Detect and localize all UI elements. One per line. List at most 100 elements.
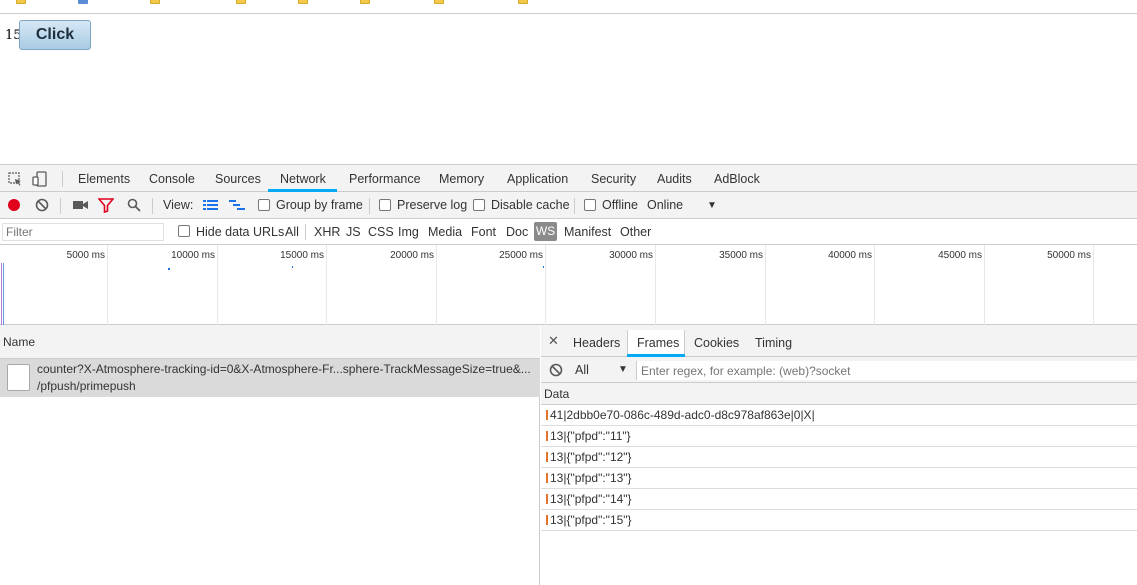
document-icon bbox=[7, 364, 30, 391]
tab-sources[interactable]: Sources bbox=[215, 172, 261, 186]
request-row[interactable]: counter?X-Atmosphere-tracking-id=0&X-Atm… bbox=[0, 359, 540, 397]
tab-elements[interactable]: Elements bbox=[78, 172, 130, 186]
network-overview-timeline[interactable]: 5000 ms 10000 ms 15000 ms 20000 ms 25000 ms 3… bbox=[0, 245, 1137, 325]
offline-checkbox[interactable] bbox=[584, 199, 596, 211]
tab-network[interactable]: Network bbox=[280, 172, 326, 186]
tab-console[interactable]: Console bbox=[149, 172, 195, 186]
timeline-gridline bbox=[107, 245, 108, 325]
filter-input[interactable] bbox=[2, 223, 164, 241]
toolbar-divider bbox=[574, 198, 575, 214]
timeline-tick-label: 40000 ms bbox=[828, 250, 872, 261]
timeline-tick-label: 15000 ms bbox=[280, 250, 324, 261]
data-column-header[interactable]: Data bbox=[541, 383, 1137, 405]
request-name: counter?X-Atmosphere-tracking-id=0&X-Atm… bbox=[37, 362, 531, 376]
timeline-tick-label: 45000 ms bbox=[938, 250, 982, 261]
timeline-frame-dot bbox=[543, 266, 544, 268]
inspect-element-icon[interactable] bbox=[7, 171, 23, 187]
bookmark-folder-icon[interactable] bbox=[434, 0, 444, 4]
timeline-gridline bbox=[326, 245, 327, 325]
timeline-gridline bbox=[765, 245, 766, 325]
type-filter-xhr[interactable]: XHR bbox=[314, 225, 340, 239]
frame-row[interactable]: 13|{"pfpd":"12"} bbox=[541, 447, 1137, 468]
browser-page: 15 Click Elements Console Sources Networ… bbox=[0, 0, 1137, 585]
bookmark-folder-icon[interactable] bbox=[298, 0, 308, 4]
bookmark-folder-icon[interactable] bbox=[16, 0, 26, 4]
frame-row[interactable]: 13|{"pfpd":"15"} bbox=[541, 510, 1137, 531]
clear-icon[interactable] bbox=[548, 362, 564, 378]
toolbar-divider bbox=[152, 198, 153, 214]
type-filter-media[interactable]: Media bbox=[428, 225, 462, 239]
type-filter-img[interactable]: Img bbox=[398, 225, 419, 239]
received-arrow-icon bbox=[546, 515, 548, 525]
search-icon[interactable] bbox=[126, 197, 142, 213]
filter-bar: Hide data URLs All XHR JS CSS Img Media … bbox=[0, 219, 1137, 245]
request-path: /pfpush/primepush bbox=[37, 379, 136, 393]
bookmarks-bar bbox=[0, 0, 1137, 14]
timeline-gridline bbox=[217, 245, 218, 325]
timeline-tick-label: 10000 ms bbox=[171, 250, 215, 261]
type-filter-other[interactable]: Other bbox=[620, 225, 651, 239]
tab-cookies[interactable]: Cookies bbox=[694, 336, 739, 350]
regex-filter-input[interactable] bbox=[636, 361, 1137, 380]
data-column-label: Data bbox=[544, 387, 570, 401]
tab-adblock[interactable]: AdBlock bbox=[714, 172, 760, 186]
type-filter-ws[interactable]: WS bbox=[534, 222, 557, 241]
timeline-marker bbox=[3, 263, 4, 325]
name-column-header[interactable]: Name bbox=[0, 325, 540, 359]
timeline-tick-label: 25000 ms bbox=[499, 250, 543, 261]
hide-data-urls-checkbox[interactable] bbox=[178, 225, 190, 237]
tab-performance[interactable]: Performance bbox=[349, 172, 421, 186]
devtools-panel: Elements Console Sources Network Perform… bbox=[0, 164, 1137, 585]
bookmark-site-icon[interactable] bbox=[78, 0, 88, 4]
filter-icon[interactable] bbox=[98, 197, 114, 213]
clear-icon[interactable] bbox=[34, 197, 50, 213]
timeline-marker bbox=[1, 263, 2, 325]
tab-application[interactable]: Application bbox=[507, 172, 568, 186]
type-filter-all[interactable]: All bbox=[285, 225, 299, 239]
tab-memory[interactable]: Memory bbox=[439, 172, 484, 186]
frame-row[interactable]: 13|{"pfpd":"14"} bbox=[541, 489, 1137, 510]
click-button[interactable]: Click bbox=[19, 20, 91, 50]
tab-audits[interactable]: Audits bbox=[657, 172, 692, 186]
tab-headers[interactable]: Headers bbox=[573, 336, 620, 350]
camera-icon[interactable] bbox=[72, 197, 88, 213]
timeline-tick-label: 35000 ms bbox=[719, 250, 763, 261]
bookmark-folder-icon[interactable] bbox=[360, 0, 370, 4]
waterfall-icon[interactable] bbox=[229, 197, 245, 213]
toolbar-divider bbox=[60, 198, 61, 214]
disable-cache-checkbox[interactable] bbox=[473, 199, 485, 211]
chevron-down-icon[interactable]: ▼ bbox=[707, 200, 717, 211]
frame-row[interactable]: 13|{"pfpd":"11"} bbox=[541, 426, 1137, 447]
bookmark-folder-icon[interactable] bbox=[150, 0, 160, 4]
frame-row[interactable]: 13|{"pfpd":"13"} bbox=[541, 468, 1137, 489]
close-icon[interactable]: ✕ bbox=[548, 334, 559, 349]
hide-data-urls-label: Hide data URLs bbox=[196, 225, 285, 239]
type-filter-font[interactable]: Font bbox=[471, 225, 496, 239]
tab-security[interactable]: Security bbox=[591, 172, 636, 186]
chevron-down-icon[interactable]: ▼ bbox=[618, 364, 628, 375]
frame-data: 13|{"pfpd":"14"} bbox=[550, 492, 632, 506]
throttle-select[interactable]: Online bbox=[647, 198, 683, 212]
large-rows-icon[interactable] bbox=[202, 197, 218, 213]
type-filter-js[interactable]: JS bbox=[346, 225, 361, 239]
type-filter-doc[interactable]: Doc bbox=[506, 225, 528, 239]
tab-timing[interactable]: Timing bbox=[755, 336, 792, 350]
device-toolbar-icon[interactable] bbox=[32, 171, 48, 187]
frame-type-select[interactable]: All bbox=[575, 363, 589, 377]
timeline-gridline bbox=[655, 245, 656, 325]
group-by-frame-checkbox[interactable] bbox=[258, 199, 270, 211]
frame-row[interactable]: 41|2dbb0e70-086c-489d-adc0-d8c978af863e|… bbox=[541, 405, 1137, 426]
detail-tabbar: ✕ Headers Frames Cookies Timing bbox=[541, 325, 1137, 357]
timeline-tick-label: 20000 ms bbox=[390, 250, 434, 261]
timeline-gridline bbox=[874, 245, 875, 325]
bookmark-folder-icon[interactable] bbox=[518, 0, 528, 4]
timeline-tick-label: 30000 ms bbox=[609, 250, 653, 261]
bookmark-folder-icon[interactable] bbox=[236, 0, 246, 4]
timeline-gridline bbox=[545, 245, 546, 325]
type-filter-css[interactable]: CSS bbox=[368, 225, 394, 239]
preserve-log-checkbox[interactable] bbox=[379, 199, 391, 211]
record-icon[interactable] bbox=[6, 197, 22, 213]
frame-data: 13|{"pfpd":"15"} bbox=[550, 513, 632, 527]
type-filter-manifest[interactable]: Manifest bbox=[564, 225, 611, 239]
tab-frames[interactable]: Frames bbox=[637, 336, 679, 350]
